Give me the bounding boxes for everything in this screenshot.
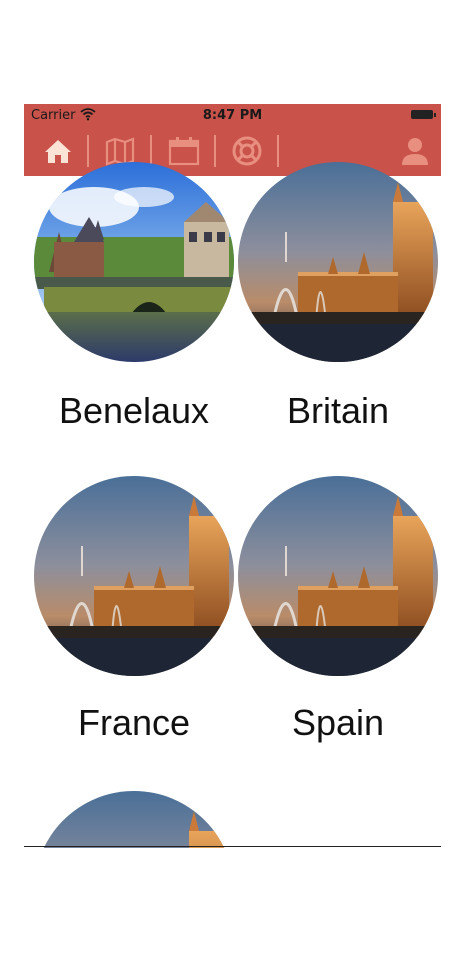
westminster-night-photo [238, 476, 438, 676]
home-tab[interactable] [41, 134, 75, 168]
calendar-icon [168, 137, 200, 166]
tab-divider [150, 135, 152, 167]
status-bar: Carrier 8:47 PM [24, 104, 441, 126]
region-label: Britain [286, 390, 390, 431]
tab-bar [24, 126, 441, 176]
region-label: France [77, 702, 191, 743]
tab-divider [277, 135, 279, 167]
westminster-night-photo [238, 162, 438, 362]
app-screen: Carrier 8:47 PM Benelaux Britain France … [24, 104, 441, 848]
tab-divider [87, 135, 89, 167]
region-label: Spain [291, 702, 385, 743]
calendar-tab[interactable] [167, 134, 201, 168]
lifebuoy-icon [232, 136, 262, 166]
help-tab[interactable] [230, 134, 264, 168]
screen-bottom-edge [24, 846, 441, 847]
profile-icon [402, 138, 428, 165]
home-icon [45, 140, 71, 163]
battery-icon [411, 110, 436, 119]
tab-divider [214, 135, 216, 167]
amsterdam-canal-photo [34, 162, 234, 362]
clock: 8:47 PM [202, 108, 263, 123]
westminster-night-photo [34, 791, 234, 848]
region-label: Benelaux [58, 390, 210, 431]
westminster-night-photo [34, 476, 234, 676]
profile-tab[interactable] [398, 134, 432, 168]
